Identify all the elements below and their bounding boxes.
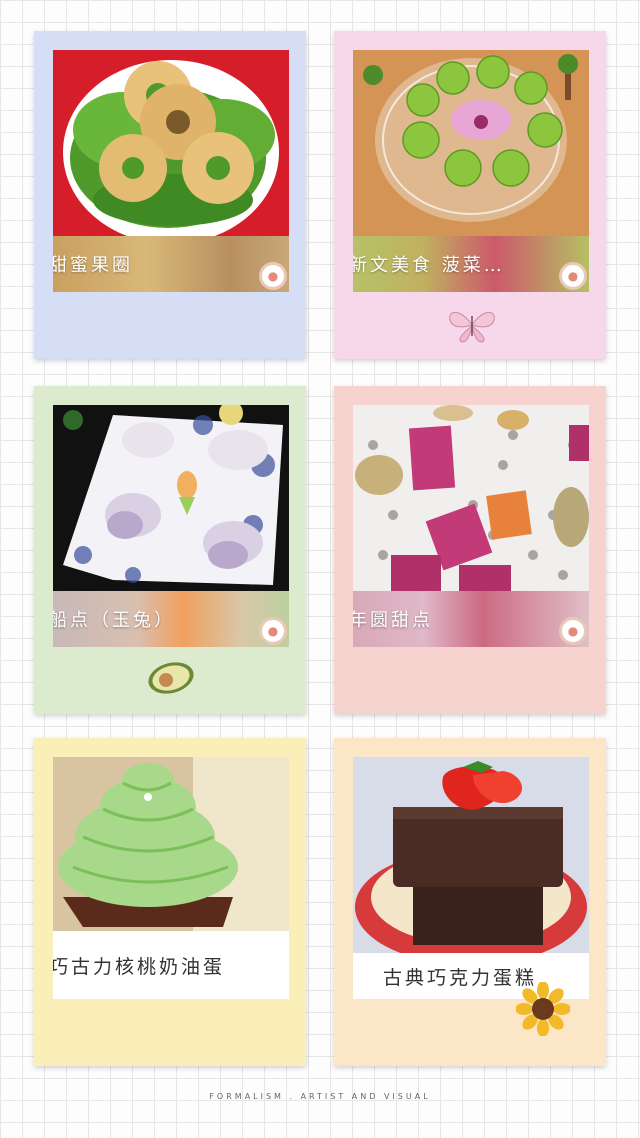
polaroid-card-tapioca-dessert[interactable]: 年圆甜点 ●: [334, 386, 606, 714]
food-photo[interactable]: 巧古力核桃奶油蛋: [53, 757, 289, 999]
polaroid-card-walnut-cream-cake[interactable]: 巧古力核桃奶油蛋: [34, 738, 306, 1066]
sunflower-icon: [516, 982, 570, 1036]
caption-text: 甜蜜果圈: [53, 255, 133, 276]
food-photo[interactable]: 古典巧克力蛋糕: [353, 757, 589, 999]
food-photo[interactable]: 船点（玉兔） ●: [53, 405, 289, 647]
footer-tagline: FORMALISM . ARTIST AND VISUAL: [209, 1092, 431, 1101]
caption-bar: 年圆甜点 ●: [353, 591, 589, 647]
food-photo[interactable]: 新文美食 菠菜… ●: [353, 50, 589, 292]
butterfly-icon: [449, 311, 495, 343]
polaroid-card-chocolate-cake[interactable]: 古典巧克力蛋糕: [334, 738, 606, 1066]
chef-hat-icon[interactable]: ●: [559, 262, 587, 290]
polaroid-card-rabbit-dumplings[interactable]: 船点（玉兔） ●: [34, 386, 306, 714]
caption-bar: 巧古力核桃奶油蛋: [53, 931, 289, 999]
cupcake-image: [53, 757, 289, 931]
caption-text: 古典巧克力蛋糕: [383, 966, 538, 989]
caption-bar: 船点（玉兔） ●: [53, 591, 289, 647]
chef-hat-icon[interactable]: ●: [259, 617, 287, 645]
food-photo[interactable]: 年圆甜点 ●: [353, 405, 589, 647]
spinach-roses-image: [353, 50, 589, 236]
caption-bar: 新文美食 菠菜… ●: [353, 236, 589, 292]
avocado-icon: [148, 662, 194, 694]
chef-hat-icon[interactable]: ●: [259, 262, 287, 290]
fried-fruit-rings-image: [53, 50, 289, 236]
food-photo[interactable]: 甜蜜果圈 ●: [53, 50, 289, 292]
polaroid-card-fruit-rings[interactable]: 甜蜜果圈 ●: [34, 31, 306, 359]
tapioca-dessert-image: [353, 405, 589, 591]
chocolate-cake-image: [353, 757, 589, 953]
polaroid-card-spinach-flowers[interactable]: 新文美食 菠菜… ●: [334, 31, 606, 359]
caption-text: 新文美食 菠菜…: [353, 255, 505, 276]
caption-text: 船点（玉兔）: [53, 610, 175, 631]
chef-hat-icon[interactable]: ●: [559, 617, 587, 645]
caption-text: 年圆甜点: [353, 610, 433, 631]
caption-bar: 甜蜜果圈 ●: [53, 236, 289, 292]
caption-text: 巧古力核桃奶油蛋: [53, 955, 226, 978]
rabbit-dumplings-image: [53, 405, 289, 591]
